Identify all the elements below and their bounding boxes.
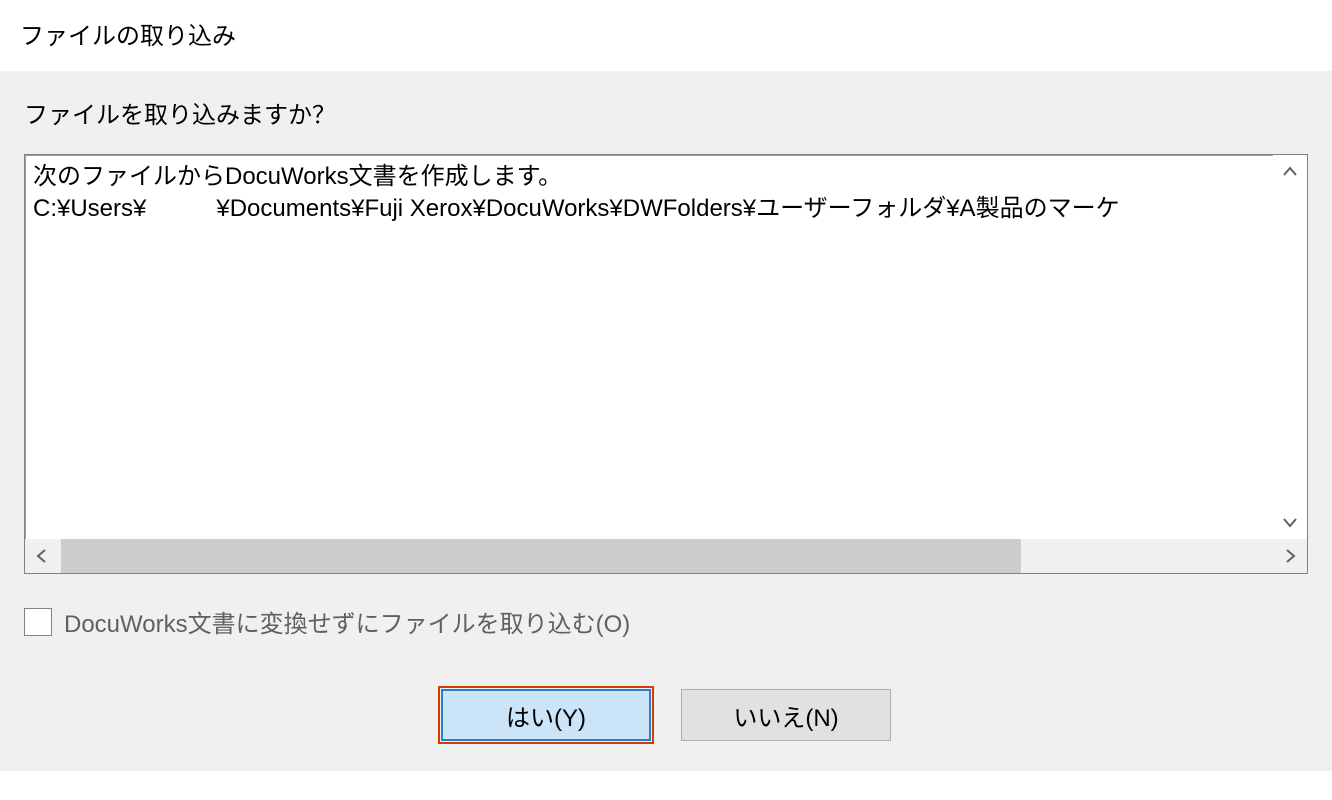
no-convert-checkbox-label: DocuWorks文書に変換せずにファイルを取り込む(O) xyxy=(64,604,630,639)
dialog-button-row: はい(Y) いいえ(N) xyxy=(24,689,1308,741)
message-line1: 次のファイルからDocuWorks文書を作成します。 xyxy=(33,161,1265,193)
scroll-left-icon[interactable] xyxy=(25,539,59,573)
message-path-prefix: C:¥Users¥ xyxy=(33,195,146,222)
message-path-line: C:¥Users¥ ¥Documents¥Fuji Xerox¥DocuWorks… xyxy=(33,193,1265,225)
dialog-title: ファイルの取り込み xyxy=(0,0,1332,71)
message-viewport: 次のファイルからDocuWorks文書を作成します。 C:¥Users¥ ¥Doc… xyxy=(25,155,1307,539)
horizontal-scrollbar-thumb[interactable] xyxy=(61,539,1021,573)
message-content: 次のファイルからDocuWorks文書を作成します。 C:¥Users¥ ¥Doc… xyxy=(25,155,1273,539)
message-path-suffix: ¥Documents¥Fuji Xerox¥DocuWorks¥DWFolder… xyxy=(216,195,1119,222)
horizontal-scrollbar[interactable] xyxy=(25,539,1307,573)
file-import-dialog: ファイルの取り込み ファイルを取り込みますか？ 次のファイルからDocuWork… xyxy=(0,0,1332,771)
no-button[interactable]: いいえ(N) xyxy=(681,689,891,741)
no-convert-checkbox[interactable] xyxy=(24,608,52,636)
prompt-question: ファイルを取り込みますか？ xyxy=(24,95,1308,130)
message-text-panel: 次のファイルからDocuWorks文書を作成します。 C:¥Users¥ ¥Doc… xyxy=(24,154,1308,574)
dialog-body: ファイルを取り込みますか？ 次のファイルからDocuWorks文書を作成します。… xyxy=(0,71,1332,771)
vertical-scrollbar[interactable] xyxy=(1273,155,1307,539)
no-convert-checkbox-row: DocuWorks文書に変換せずにファイルを取り込む(O) xyxy=(24,604,1308,639)
redacted-username xyxy=(146,200,216,220)
horizontal-scrollbar-track[interactable] xyxy=(1021,539,1273,573)
scroll-right-icon[interactable] xyxy=(1273,539,1307,573)
scroll-up-icon[interactable] xyxy=(1273,155,1307,189)
scroll-down-icon[interactable] xyxy=(1273,505,1307,539)
yes-button[interactable]: はい(Y) xyxy=(441,689,651,741)
